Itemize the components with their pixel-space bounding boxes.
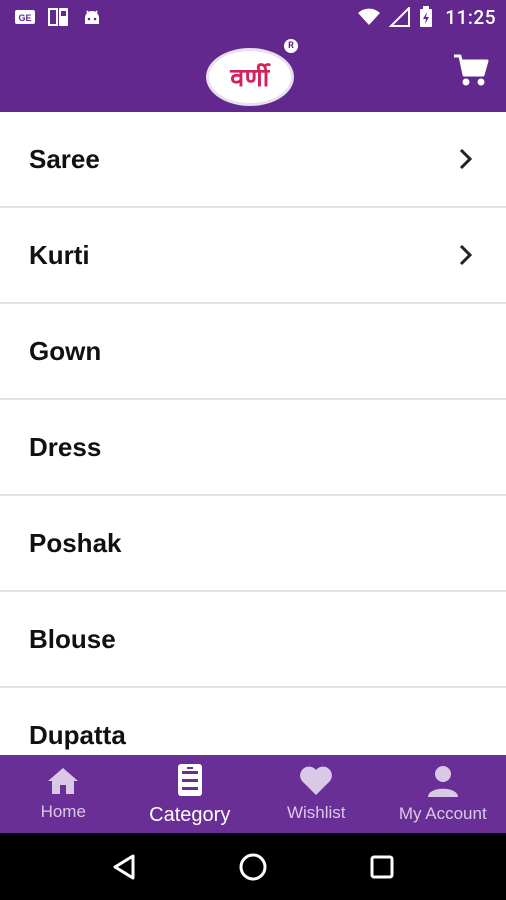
status-bar: GE 11:25 — [0, 0, 506, 34]
nav-label: Category — [149, 803, 231, 826]
home-circle-icon[interactable] — [233, 847, 273, 887]
nav-label: My Account — [398, 804, 487, 823]
category-label: Dupatta — [29, 719, 126, 750]
sim-toolkit-icon — [48, 7, 70, 27]
category-label: Blouse — [29, 623, 116, 654]
category-label: Gown — [29, 335, 102, 366]
category-label: Dress — [29, 431, 102, 462]
chevron-right-icon — [456, 243, 476, 267]
category-icon — [175, 762, 205, 802]
nav-label: Home — [40, 802, 86, 821]
brand-logo[interactable]: वर्णी — [206, 48, 294, 106]
user-icon — [425, 764, 461, 802]
chevron-right-icon — [456, 147, 476, 171]
category-list: Saree Kurti Gown Dress Poshak Blouse Dup… — [0, 112, 506, 755]
signal-icon — [389, 7, 411, 27]
cart-icon — [453, 54, 489, 92]
registered-mark: R — [284, 39, 298, 53]
android-icon — [82, 8, 102, 26]
system-nav-bar — [0, 833, 506, 900]
category-item-poshak[interactable]: Poshak — [0, 496, 506, 592]
category-label: Poshak — [29, 527, 122, 558]
status-left-icons: GE — [14, 7, 102, 27]
nav-home[interactable]: Home — [0, 755, 127, 833]
gmail-icon: GE — [14, 9, 36, 25]
back-icon[interactable] — [104, 847, 144, 887]
logo-text: वर्णी — [230, 65, 270, 92]
wifi-icon — [357, 8, 381, 26]
heart-icon — [298, 765, 334, 801]
home-icon — [46, 766, 80, 800]
nav-category[interactable]: Category — [127, 755, 254, 833]
svg-text:GE: GE — [18, 13, 31, 23]
status-right-icons: 11:25 — [357, 6, 496, 29]
category-item-saree[interactable]: Saree — [0, 112, 506, 208]
category-item-dress[interactable]: Dress — [0, 400, 506, 496]
recents-icon[interactable] — [362, 847, 402, 887]
clock: 11:25 — [445, 5, 496, 29]
category-item-kurti[interactable]: Kurti — [0, 208, 506, 304]
category-item-gown[interactable]: Gown — [0, 304, 506, 400]
cart-button[interactable] — [450, 52, 492, 94]
battery-charging-icon — [419, 6, 433, 28]
bottom-nav: Home Category Wishlist My Account — [0, 755, 506, 833]
category-item-blouse[interactable]: Blouse — [0, 592, 506, 688]
nav-wishlist[interactable]: Wishlist — [253, 755, 380, 833]
category-label: Kurti — [29, 239, 90, 270]
category-label: Saree — [29, 143, 100, 174]
nav-label: Wishlist — [286, 803, 346, 822]
app-header: वर्णी R — [0, 34, 506, 112]
nav-my-account[interactable]: My Account — [380, 755, 506, 833]
category-item-dupatta[interactable]: Dupatta — [0, 688, 506, 755]
